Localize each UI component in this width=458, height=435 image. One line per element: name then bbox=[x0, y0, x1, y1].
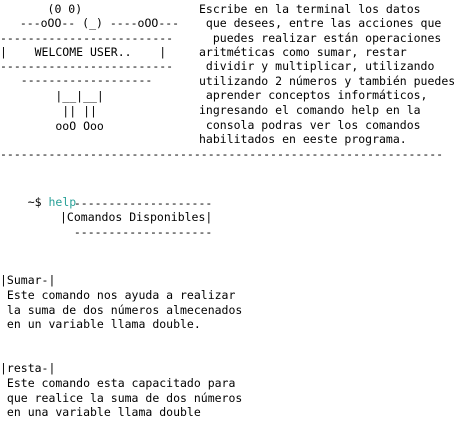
intro-text-line: aritméticas como sumar, restar bbox=[199, 45, 407, 59]
command-description-line: en un variable llama double. bbox=[0, 317, 201, 331]
command-description-line: la suma de dos números almecenados bbox=[0, 303, 243, 317]
command-description-line: que realice la suma de dos números bbox=[0, 391, 243, 405]
intro-text-line: que desees, entre las acciones que bbox=[199, 16, 442, 30]
command-description-line: en una variable llama double bbox=[0, 405, 201, 419]
ascii-owl-body: ---oOO-- (_) ----oOO--- bbox=[6, 16, 180, 30]
intro-text-line: habilitados en eeste programa. bbox=[199, 132, 407, 146]
help-box-title: |Comandos Disponibles| bbox=[60, 210, 213, 224]
command-description-line: Este comando nos ayuda a realizar bbox=[0, 288, 236, 302]
command-name-resta: |resta-| bbox=[0, 361, 56, 375]
intro-text-line: dividir y multiplicar, utilizando bbox=[199, 59, 435, 73]
ascii-legs-lower: || || bbox=[0, 104, 97, 118]
command-name-sumar: |Sumar-| bbox=[0, 273, 56, 287]
ascii-legs-top: ------------------- bbox=[0, 73, 153, 87]
intro-text-line: ingresando el comando help en la bbox=[199, 103, 421, 117]
separator-line: ----------------------------------------… bbox=[0, 147, 444, 161]
intro-text-line: aprender conceptos informáticos, bbox=[199, 88, 428, 102]
help-box-top: -------------------- bbox=[60, 196, 213, 210]
intro-text-line: puedes realizar están operaciones bbox=[199, 31, 442, 45]
ascii-welcome-top: ------------------------- bbox=[0, 31, 174, 45]
ascii-welcome-bottom: ------------------------- bbox=[0, 59, 174, 73]
intro-text-line: Escribe en la terminal los datos bbox=[199, 2, 421, 16]
ascii-welcome-text: | WELCOME USER.. | bbox=[0, 45, 167, 59]
terminal-output: (0 0) ---oOO-- (_) ----oOO--- ----------… bbox=[0, 0, 458, 435]
prompt-symbol: ~$ bbox=[27, 195, 42, 209]
ascii-owl-eyes: (0 0) bbox=[6, 2, 83, 16]
intro-text-line: utilizando 2 números y también puedes bbox=[199, 74, 456, 88]
ascii-feet: ooO Ooo bbox=[0, 119, 104, 133]
intro-text-line: consola podras ver los comandos bbox=[199, 118, 421, 132]
help-box-bottom: -------------------- bbox=[60, 225, 213, 239]
command-description-line: Este comando esta capacitado para bbox=[0, 376, 236, 390]
ascii-legs: |__|__| bbox=[0, 89, 104, 103]
